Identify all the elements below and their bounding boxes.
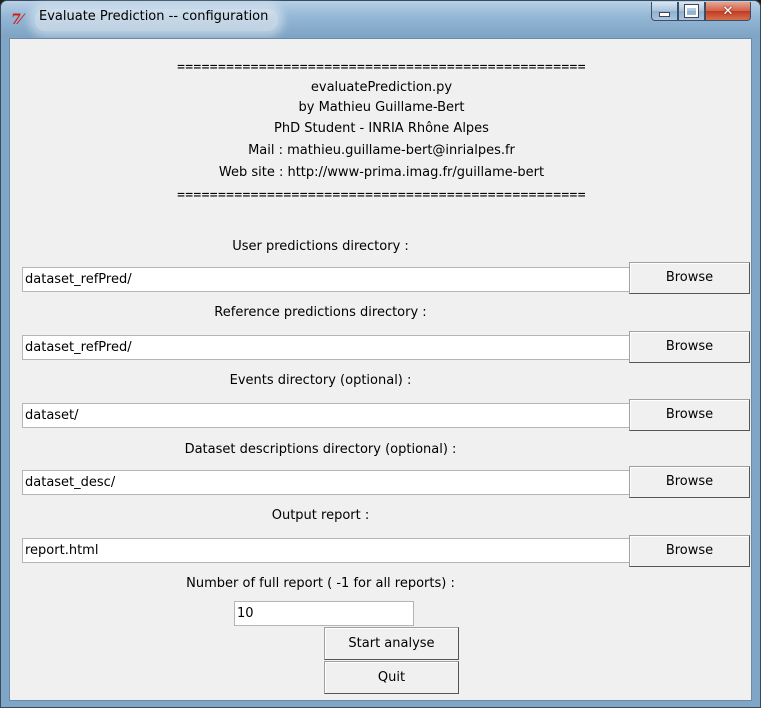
maximize-button[interactable] <box>678 2 705 21</box>
header-website: Web site : http://www-prima.imag.fr/guil… <box>218 165 545 180</box>
minimize-button[interactable] <box>651 2 678 21</box>
user-predictions-input[interactable]: dataset_refPred/ <box>22 267 630 292</box>
header-separator-top: ========================================… <box>177 60 586 75</box>
quit-button[interactable]: Quit <box>324 661 459 694</box>
app-window: 7⁄ Evaluate Prediction -- configuration … <box>0 0 761 708</box>
reference-predictions-browse-button[interactable]: Browse <box>629 331 750 363</box>
user-predictions-browse-button[interactable]: Browse <box>629 262 750 294</box>
header-separator-bottom: ========================================… <box>177 188 586 203</box>
output-report-input[interactable]: report.html <box>22 538 630 563</box>
output-report-browse-button[interactable]: Browse <box>629 535 750 567</box>
title-bar[interactable]: 7⁄ Evaluate Prediction -- configuration … <box>1 1 760 37</box>
report-count-label: Number of full report ( -1 for all repor… <box>186 576 455 591</box>
dataset-descriptions-label: Dataset descriptions directory (optional… <box>184 442 457 457</box>
tk-feather-icon: 7⁄ <box>11 12 22 28</box>
minimize-icon <box>659 11 670 17</box>
close-button[interactable]: ✕ <box>705 2 751 21</box>
header-author: by Mathieu Guillame-Bert <box>298 100 465 115</box>
dataset-descriptions-input[interactable]: dataset_desc/ <box>22 470 630 495</box>
user-predictions-label: User predictions directory : <box>232 239 409 254</box>
client-area: ========================================… <box>9 38 752 701</box>
events-directory-browse-button[interactable]: Browse <box>629 399 750 431</box>
header-mail: Mail : mathieu.guillame-bert@inrialpes.f… <box>248 143 515 158</box>
events-directory-input[interactable]: dataset/ <box>22 403 630 428</box>
output-report-label: Output report : <box>271 508 370 523</box>
events-directory-label: Events directory (optional) : <box>229 373 412 388</box>
reference-predictions-label: Reference predictions directory : <box>214 305 427 320</box>
reference-predictions-input[interactable]: dataset_refPred/ <box>22 335 630 360</box>
window-title: Evaluate Prediction -- configuration <box>35 9 279 31</box>
header-script-name: evaluatePrediction.py <box>310 80 453 95</box>
caption-buttons: ✕ <box>651 2 751 22</box>
dataset-descriptions-browse-button[interactable]: Browse <box>629 466 750 498</box>
report-count-input[interactable]: 10 <box>234 601 414 626</box>
header-affiliation: PhD Student - INRIA Rhône Alpes <box>274 121 489 136</box>
start-analyse-button[interactable]: Start analyse <box>324 627 459 660</box>
close-icon: ✕ <box>722 3 734 19</box>
maximize-icon <box>684 4 699 18</box>
